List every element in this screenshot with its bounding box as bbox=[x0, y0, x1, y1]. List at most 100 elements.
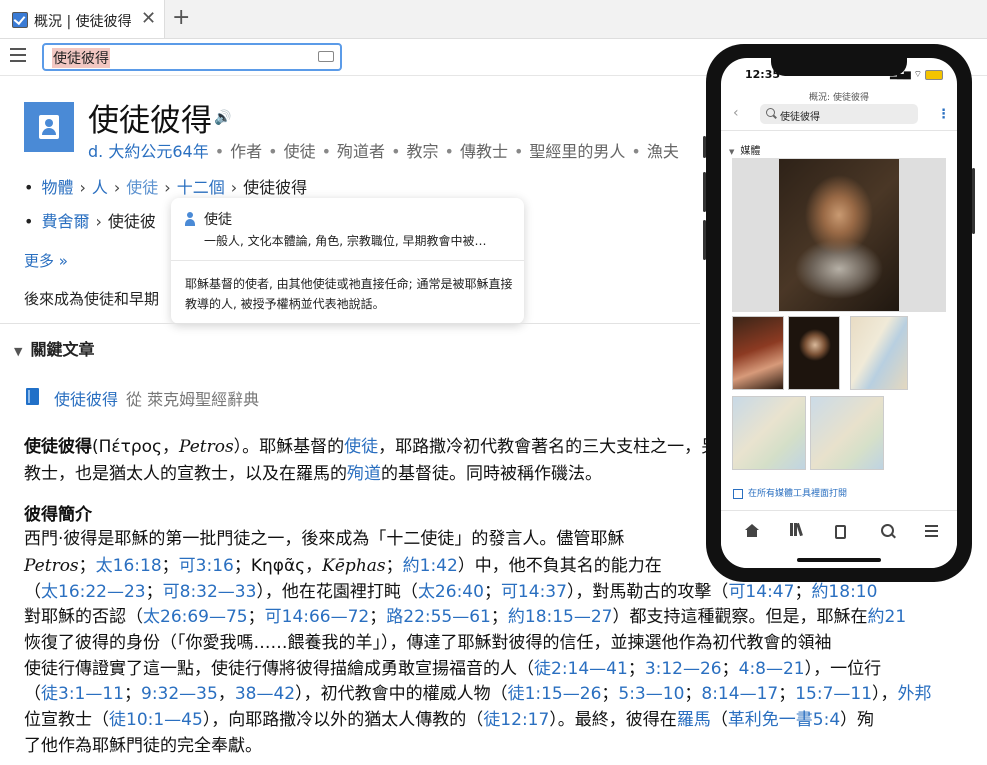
checkbox-tab-icon bbox=[12, 12, 28, 28]
scripture-link[interactable]: 路22:55—61 bbox=[386, 607, 491, 627]
scripture-link[interactable]: 約18:10 bbox=[811, 582, 877, 602]
scripture-link[interactable]: 外邦 bbox=[898, 684, 932, 704]
meta-tag: 作者 bbox=[230, 142, 263, 161]
text-run: ）。最終，彼得在 bbox=[549, 710, 677, 730]
text-run: ； bbox=[145, 582, 163, 602]
scripture-link[interactable]: 5:3—10 bbox=[618, 684, 684, 704]
scripture-link[interactable]: 徒2:14—41 bbox=[534, 659, 628, 679]
scripture-link[interactable]: 9:32—35 bbox=[141, 684, 218, 704]
scripture-link[interactable]: 可3:16 bbox=[179, 556, 234, 576]
text-run: 使徒行傳證實了這一點，使徒行傳將彼得描繪成勇敢宣揚福音的人（ bbox=[24, 659, 534, 679]
scripture-link[interactable]: 38—42 bbox=[235, 684, 295, 704]
library-icon[interactable] bbox=[786, 522, 806, 539]
scripture-link[interactable]: 可14:47 bbox=[728, 582, 794, 602]
text-run: 對耶穌的否認（ bbox=[24, 607, 143, 627]
text-run: ； bbox=[124, 684, 141, 704]
section-key-articles[interactable]: ▼ 關鍵文章 bbox=[14, 336, 94, 360]
text-run: ； bbox=[627, 659, 645, 679]
scripture-link[interactable]: 3:12—26 bbox=[645, 659, 722, 679]
text-run: ； bbox=[794, 582, 812, 602]
menu-icon[interactable] bbox=[921, 523, 941, 540]
speaker-icon[interactable]: 🔊 bbox=[214, 110, 231, 126]
tab-bar: 概況 | 使徒彼得 ✕ + bbox=[0, 0, 987, 39]
battery-icon bbox=[925, 69, 943, 80]
article-link-apostle[interactable]: 使徒 bbox=[344, 437, 378, 457]
scripture-link[interactable]: 可14:66—72 bbox=[265, 607, 370, 627]
keyboard-icon[interactable] bbox=[318, 51, 334, 62]
back-icon[interactable]: ‹ bbox=[733, 105, 739, 121]
text-run: ， bbox=[217, 684, 235, 704]
scripture-link[interactable]: 約18:15—27 bbox=[508, 607, 613, 627]
more-link[interactable]: 更多 » bbox=[24, 250, 68, 271]
scripture-link[interactable]: 徒1:15—26 bbox=[508, 684, 602, 704]
scripture-link[interactable]: 太16:22—23 bbox=[41, 582, 146, 602]
search-input[interactable]: 使徒彼得 bbox=[42, 43, 342, 71]
open-icon bbox=[733, 488, 743, 499]
text-run: ）， bbox=[872, 684, 898, 704]
text-run: ； bbox=[490, 607, 508, 627]
phone-section-media[interactable]: ▼ 媒體 bbox=[729, 142, 760, 157]
breadcrumb-item[interactable]: 使徒 bbox=[126, 178, 158, 197]
text-run: ； bbox=[721, 659, 739, 679]
media-thumb-map[interactable] bbox=[850, 316, 908, 390]
breadcrumb-item: 使徒彼得 bbox=[243, 178, 308, 197]
scripture-link[interactable]: 太26:40 bbox=[418, 582, 484, 602]
scripture-link[interactable]: 可8:32—33 bbox=[163, 582, 257, 602]
text-run: ），向耶路撒冷以外的猶太人傳教的（ bbox=[202, 710, 484, 730]
scripture-link[interactable]: 徒10:1—45 bbox=[109, 710, 203, 730]
text-run: ； bbox=[601, 684, 619, 704]
article-line: （徒3:1—11；9:32—35，38—42），初代教會中的權威人物（徒1:15… bbox=[24, 679, 987, 704]
article-source: 從 萊克姆聖經辭典 bbox=[126, 390, 260, 409]
article-link-martyr[interactable]: 殉道 bbox=[347, 464, 381, 484]
open-in-media-tool-link[interactable]: 在所有媒體工具裡面打開 bbox=[733, 486, 847, 499]
search-value: 使徒彼得 bbox=[52, 48, 110, 68]
breadcrumb-item[interactable]: 人 bbox=[92, 178, 108, 197]
close-icon[interactable]: ✕ bbox=[141, 8, 156, 29]
article-line: 位宣教士（徒10:1—45），向耶路撒冷以外的猶太人傳教的（徒12:17）。最終… bbox=[24, 705, 987, 730]
hamburger-icon[interactable] bbox=[10, 48, 26, 62]
media-thumb[interactable] bbox=[732, 316, 784, 390]
plus-icon[interactable]: + bbox=[172, 5, 190, 30]
breadcrumb-item[interactable]: 物體 bbox=[41, 178, 73, 197]
scripture-link[interactable]: 4:8—21 bbox=[739, 659, 805, 679]
article-line: 對耶穌的否認（太26:69—75；可14:66—72；路22:55—61；約18… bbox=[24, 602, 987, 627]
text-run: Petros bbox=[24, 556, 79, 576]
media-thumb-map[interactable] bbox=[810, 396, 884, 470]
scripture-link[interactable]: 約1:42 bbox=[403, 556, 458, 576]
phone-screen: 12:35 ▂▄▆ ⌔ 概況: 使徒彼得 ‹ 使徒彼得 ⋮ ▼ 媒體 在所有媒體工… bbox=[721, 58, 957, 568]
phone-search-input[interactable]: 使徒彼得 bbox=[760, 104, 918, 124]
media-thumb[interactable] bbox=[788, 316, 840, 390]
article-line: 了他作為耶穌門徒的完全奉獻。 bbox=[24, 736, 262, 756]
scripture-link[interactable]: 徒12:17 bbox=[483, 710, 549, 730]
tab-title: 概況 | 使徒彼得 bbox=[34, 14, 132, 30]
kebab-menu-icon[interactable]: ⋮ bbox=[937, 107, 950, 122]
meta-date-link[interactable]: d. 大約公元64年 bbox=[88, 142, 209, 161]
tab-overview[interactable]: 概況 | 使徒彼得 ✕ bbox=[0, 0, 165, 38]
search-icon bbox=[766, 108, 775, 117]
scripture-link[interactable]: 可14:37 bbox=[501, 582, 567, 602]
popover-title: 使徒 bbox=[204, 212, 232, 228]
phone-mockup: 12:35 ▂▄▆ ⌔ 概況: 使徒彼得 ‹ 使徒彼得 ⋮ ▼ 媒體 在所有媒體工… bbox=[703, 44, 975, 582]
meta-tag: 殉道者 bbox=[337, 142, 386, 161]
summary-text: 後來成為使徒和早期 bbox=[24, 290, 160, 308]
scripture-link[interactable]: 8:14—17 bbox=[701, 684, 778, 704]
media-thumb-map[interactable] bbox=[732, 396, 806, 470]
meta-tag: 教宗 bbox=[406, 142, 439, 161]
scripture-link[interactable]: 太16:18 bbox=[96, 556, 162, 576]
person-icon bbox=[24, 102, 74, 152]
breadcrumb-item[interactable]: 費舍爾 bbox=[41, 212, 89, 231]
breadcrumb-item[interactable]: 十二個 bbox=[177, 178, 225, 197]
text-run: （ bbox=[710, 710, 728, 730]
scripture-link[interactable]: 太26:69—75 bbox=[143, 607, 248, 627]
scripture-link[interactable]: 15:7—11 bbox=[795, 684, 872, 704]
scripture-link[interactable]: 羅馬 bbox=[677, 710, 711, 730]
article-link[interactable]: 使徒彼得 bbox=[54, 390, 118, 409]
text-run: （ bbox=[24, 582, 41, 602]
popover-description: 耶穌基督的使者, 由其他使徒或祂直接任命; 通常是被耶穌直接教導的人, 被授予權… bbox=[185, 277, 513, 311]
scripture-link[interactable]: 約21 bbox=[868, 607, 907, 627]
phone-page-title: 概況: 使徒彼得 bbox=[809, 93, 869, 103]
media-main-image[interactable] bbox=[732, 158, 946, 312]
text-run: ）中，他不負其名的能力在 bbox=[457, 556, 662, 576]
scripture-link[interactable]: 徒3:1—11 bbox=[41, 684, 124, 704]
scripture-link[interactable]: 革利免一書5:4 bbox=[728, 710, 840, 730]
